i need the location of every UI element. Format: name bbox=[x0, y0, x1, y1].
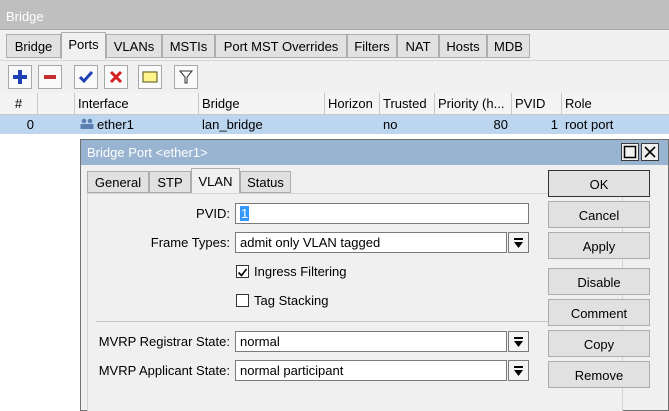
col-interface[interactable]: Interface bbox=[75, 93, 199, 115]
table-row[interactable]: 0 ether1 lan_bridge no 80 1 root port bbox=[0, 115, 669, 134]
dropdown-arrow-icon bbox=[514, 365, 523, 376]
pvid-input[interactable]: 1 bbox=[235, 203, 529, 224]
tab-ports[interactable]: Ports bbox=[61, 32, 106, 59]
cell-interface: ether1 bbox=[75, 115, 199, 134]
tag-stacking-label[interactable]: Tag Stacking bbox=[254, 293, 328, 308]
copy-button[interactable]: Copy bbox=[548, 330, 650, 357]
tab-filters[interactable]: Filters bbox=[347, 34, 397, 58]
enable-icon bbox=[79, 71, 93, 84]
close-icon bbox=[644, 146, 656, 158]
remove-button[interactable] bbox=[38, 65, 62, 89]
dialog-tab-general[interactable]: General bbox=[87, 171, 149, 193]
vlan-panel: PVID: 1 Frame Types: admit only VLAN tag… bbox=[87, 193, 623, 411]
checkmark-icon bbox=[237, 268, 248, 277]
mvrp-applicant-label: MVRP Applicant State: bbox=[98, 363, 230, 378]
remove-dialog-button[interactable]: Remove bbox=[548, 361, 650, 388]
dialog-title: Bridge Port <ether1> bbox=[81, 140, 668, 165]
col-horizon[interactable]: Horizon bbox=[325, 93, 380, 115]
disable-button[interactable] bbox=[104, 65, 128, 89]
dialog-title-text: Bridge Port <ether1> bbox=[87, 145, 208, 160]
pvid-label: PVID: bbox=[196, 206, 230, 221]
cell-number: 0 bbox=[0, 115, 38, 134]
col-number[interactable]: # bbox=[0, 93, 38, 115]
mvrp-registrar-select[interactable]: normal bbox=[235, 331, 507, 352]
dialog-tab-status[interactable]: Status bbox=[240, 171, 291, 193]
dialog-tab-stp[interactable]: STP bbox=[149, 171, 191, 193]
maximize-icon bbox=[623, 145, 637, 159]
add-button[interactable] bbox=[8, 65, 32, 89]
dropdown-arrow-icon bbox=[514, 237, 523, 248]
maximize-button[interactable] bbox=[621, 143, 639, 161]
mvrp-registrar-label: MVRP Registrar State: bbox=[98, 334, 230, 349]
cell-horizon bbox=[325, 115, 380, 134]
tab-mdb[interactable]: MDB bbox=[487, 34, 530, 58]
tag-stacking-checkbox[interactable] bbox=[236, 294, 249, 307]
col-priority[interactable]: Priority (h... bbox=[435, 93, 512, 115]
mvrp-applicant-select[interactable]: normal participant bbox=[235, 360, 507, 381]
close-button[interactable] bbox=[641, 143, 659, 161]
enable-button[interactable] bbox=[74, 65, 98, 89]
interface-icon bbox=[80, 118, 94, 129]
col-pvid[interactable]: PVID bbox=[512, 93, 562, 115]
pvid-input-value: 1 bbox=[240, 206, 250, 221]
frame-types-label: Frame Types: bbox=[150, 235, 230, 250]
mvrp-applicant-dropdown-button[interactable] bbox=[508, 360, 529, 381]
filter-icon bbox=[179, 70, 193, 84]
cancel-button[interactable]: Cancel bbox=[548, 201, 650, 228]
toolbar bbox=[0, 60, 669, 92]
tab-port-mst-overrides[interactable]: Port MST Overrides bbox=[215, 34, 347, 58]
ingress-filtering-label[interactable]: Ingress Filtering bbox=[254, 264, 346, 279]
cell-pvid: 1 bbox=[512, 115, 562, 134]
dropdown-arrow-icon bbox=[514, 336, 523, 347]
comment-button[interactable] bbox=[138, 65, 162, 89]
comment-dialog-button[interactable]: Comment bbox=[548, 299, 650, 326]
disable-icon bbox=[109, 70, 123, 84]
tab-mstis[interactable]: MSTIs bbox=[162, 34, 215, 58]
remove-icon bbox=[44, 75, 56, 79]
col-bridge[interactable]: Bridge bbox=[199, 93, 325, 115]
col-trusted[interactable]: Trusted bbox=[380, 93, 435, 115]
dialog-tab-vlan[interactable]: VLAN bbox=[191, 168, 240, 194]
cell-flag bbox=[38, 115, 75, 134]
cell-priority: 80 bbox=[435, 115, 512, 134]
ingress-filtering-checkbox[interactable] bbox=[236, 265, 249, 278]
add-icon bbox=[13, 70, 27, 84]
cell-interface-text: ether1 bbox=[97, 117, 134, 132]
window-title: Bridge bbox=[0, 0, 669, 30]
cell-bridge: lan_bridge bbox=[199, 115, 325, 134]
frame-types-dropdown-button[interactable] bbox=[508, 232, 529, 253]
section-divider bbox=[96, 321, 616, 322]
tab-bridge[interactable]: Bridge bbox=[6, 34, 61, 58]
col-role[interactable]: Role bbox=[562, 93, 669, 115]
main-tabs: Bridge Ports VLANs MSTIs Port MST Overri… bbox=[0, 30, 669, 60]
mvrp-registrar-dropdown-button[interactable] bbox=[508, 331, 529, 352]
apply-button[interactable]: Apply bbox=[548, 232, 650, 259]
comment-icon bbox=[142, 71, 158, 83]
frame-types-select[interactable]: admit only VLAN tagged bbox=[235, 232, 507, 253]
table-header: # Interface Bridge Horizon Trusted Prior… bbox=[0, 93, 669, 115]
cell-role: root port bbox=[562, 115, 669, 134]
col-flag[interactable] bbox=[38, 93, 75, 115]
cell-trusted: no bbox=[380, 115, 435, 134]
tab-vlans[interactable]: VLANs bbox=[106, 34, 162, 58]
ok-button[interactable]: OK bbox=[548, 170, 650, 197]
filter-button[interactable] bbox=[174, 65, 198, 89]
tab-nat[interactable]: NAT bbox=[397, 34, 439, 58]
disable-dialog-button[interactable]: Disable bbox=[548, 268, 650, 295]
tab-hosts[interactable]: Hosts bbox=[439, 34, 487, 58]
